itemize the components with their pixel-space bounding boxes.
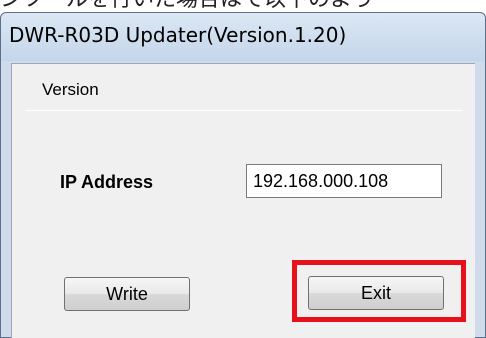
write-button[interactable]: Write	[64, 277, 190, 311]
title-bar[interactable]: DWR-R03D Updater(Version.1.20)	[1, 13, 485, 61]
exit-highlight-annotation	[292, 260, 466, 322]
section-divider	[26, 110, 462, 111]
window-title: DWR-R03D Updater(Version.1.20)	[9, 23, 347, 47]
document-caption: ンツールを行いた場合はて以下のよう	[0, 0, 486, 12]
window-client-area: Version IP Address Write Exit	[11, 63, 475, 338]
ip-address-input[interactable]	[246, 164, 442, 198]
ip-address-label: IP Address	[60, 172, 154, 192]
tab-version: Version	[42, 80, 99, 99]
updater-window: DWR-R03D Updater(Version.1.20) Version I…	[0, 12, 486, 338]
